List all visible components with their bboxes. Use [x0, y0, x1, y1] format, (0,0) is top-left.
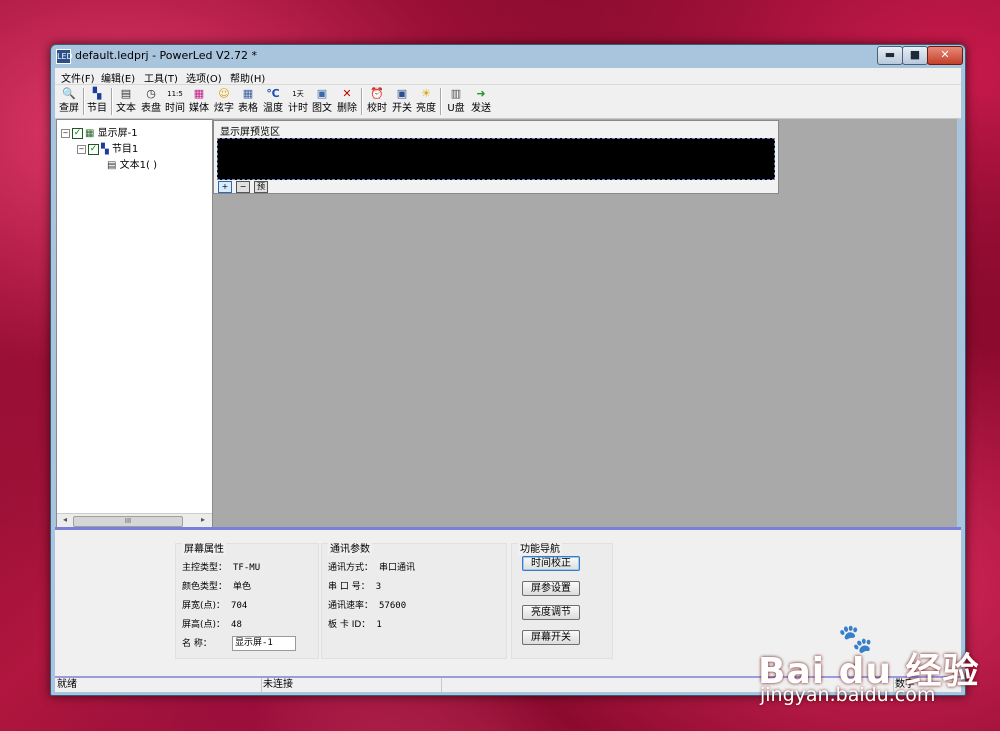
temperature-icon: ℃ [266, 87, 280, 100]
scroll-thumb[interactable]: III [73, 516, 183, 527]
clock-icon: ◷ [146, 87, 156, 100]
image-text-icon: ▣ [316, 87, 328, 100]
status-ready: 就绪 [55, 678, 262, 692]
group-title: 功能导航 [518, 540, 562, 555]
title-bar[interactable]: LED default.ledprj - PowerLed V2.72 * ▬ … [51, 45, 965, 67]
digital-time-icon: 11:5 [167, 90, 183, 98]
tool-delete[interactable]: ✕ 删除 [335, 86, 359, 117]
prop-row: 屏宽(点)： 704 [182, 601, 248, 611]
menu-file[interactable]: 文件(F) [61, 70, 95, 85]
screen-properties-group: 屏幕属性 主控类型： TF-MU 颜色类型： 单色 屏宽(点)： 704 屏高(点)：… [175, 540, 319, 659]
prop-row: 通讯速率： 57600 [328, 601, 407, 611]
zoom-in-button[interactable]: + [218, 181, 232, 193]
group-title: 屏幕属性 [182, 540, 226, 555]
scroll-left-icon[interactable]: ◂ [59, 515, 71, 524]
status-connection: 未连接 [261, 678, 442, 692]
sync-time-icon: ⏰ [370, 87, 384, 100]
tool-brightness[interactable]: ☀ 亮度 [414, 86, 438, 117]
tool-send[interactable]: ➜ 发送 [469, 86, 493, 117]
prop-row-name: 名 称： 显示屏-1 [182, 636, 312, 651]
checkbox-checked-icon[interactable]: ✓ [72, 127, 83, 139]
tree-node-screen[interactable]: − ✓ ▦ 显示屏-1 [61, 124, 138, 139]
tool-label: 亮度 [416, 103, 436, 114]
group-title: 通讯参数 [328, 540, 372, 555]
prop-row: 颜色类型： 单色 [182, 582, 252, 592]
screen-power-button[interactable]: 屏幕开关 [522, 630, 580, 645]
magnifier-icon: 🔍 [62, 87, 76, 100]
zoom-out-button[interactable]: − [236, 181, 250, 193]
led-preview-canvas[interactable] [217, 138, 775, 180]
screen-name-input[interactable]: 显示屏-1 [232, 636, 296, 651]
power-switch-icon: ▣ [396, 87, 408, 100]
watermark-url: jingyan.baidu.com [760, 684, 936, 706]
program-tree: − ✓ ▦ 显示屏-1 − ✓ ▚ 节目1 ▤ 文本1( ) ◂ III ▸ [56, 119, 213, 529]
app-window: LED default.ledprj - PowerLed V2.72 * ▬ … [50, 44, 966, 696]
media-icon: ▦ [193, 87, 205, 100]
program-icon: ▚ [101, 144, 109, 155]
tool-label: 节目 [87, 103, 107, 114]
function-nav-group: 功能导航 时间校正 屏参设置 亮度调节 屏幕开关 [511, 540, 613, 659]
prop-row: 屏高(点)： 48 [182, 620, 242, 630]
smiley-icon: ☺ [218, 87, 230, 100]
prop-row: 串 口 号： 3 [328, 582, 382, 592]
tool-label: 发送 [471, 103, 491, 114]
tree-text-label: 文本1( ) [119, 160, 157, 171]
tree-screen-label: 显示屏-1 [97, 128, 138, 139]
minimize-button[interactable]: ▬ [877, 46, 903, 65]
maximize-button[interactable]: ■ [902, 46, 928, 65]
baidu-watermark: 🐾 Bai du 经验 jingyan.baidu.com [758, 622, 998, 712]
tree-program-label: 节目1 [111, 144, 139, 155]
preview-title: 显示屏预览区 [220, 127, 280, 138]
prop-row: 主控类型： TF-MU [182, 563, 261, 573]
collapse-toggle-icon[interactable]: − [61, 128, 70, 138]
brightness-icon: ☀ [421, 87, 431, 100]
window-title: default.ledprj - PowerLed V2.72 * [75, 49, 257, 62]
prop-row: 通讯方式： 串口通讯 [328, 563, 416, 573]
tool-search-screen[interactable]: 🔍 查屏 [57, 86, 81, 117]
comm-params-group: 通讯参数 通讯方式： 串口通讯 串 口 号： 3 通讯速率： 57600 板 卡 ID… [321, 540, 507, 659]
tree-horizontal-scrollbar[interactable]: ◂ III ▸ [57, 513, 212, 528]
tree-node-text[interactable]: ▤ 文本1( ) [107, 156, 157, 171]
screen-icon: ▦ [85, 128, 95, 139]
collapse-toggle-icon[interactable]: − [77, 144, 86, 154]
timer-icon: 1天 [292, 90, 304, 98]
checkbox-checked-icon[interactable]: ✓ [88, 143, 99, 155]
tool-label: 删除 [337, 103, 357, 114]
usb-disk-icon: ▥ [450, 87, 462, 100]
prop-row: 板 卡 ID： 1 [328, 620, 382, 630]
menu-tools[interactable]: 工具(T) [144, 70, 178, 85]
menu-bar: 文件(F) 编辑(E) 工具(T) 选项(O) 帮助(H) [55, 68, 961, 85]
app-icon: LED [56, 49, 73, 64]
time-correction-button[interactable]: 时间校正 [522, 556, 580, 571]
table-icon: ▦ [242, 87, 254, 100]
tool-program[interactable]: ▚ 节目 [85, 86, 109, 117]
tree-node-program[interactable]: − ✓ ▚ 节目1 [77, 140, 138, 155]
preview-button[interactable]: 预 [254, 181, 268, 193]
text-icon: ▤ [120, 87, 132, 100]
program-icon: ▚ [92, 87, 102, 100]
screen-params-button[interactable]: 屏参设置 [522, 581, 580, 596]
delete-icon: ✕ [342, 87, 352, 100]
menu-options[interactable]: 选项(O) [186, 70, 222, 85]
work-area: 显示屏预览区 + − 预 [213, 119, 957, 527]
brightness-adjust-button[interactable]: 亮度调节 [522, 605, 580, 620]
menu-edit[interactable]: 编辑(E) [101, 70, 135, 85]
menu-help[interactable]: 帮助(H) [230, 70, 265, 85]
close-button[interactable]: ✕ [927, 46, 963, 65]
scroll-right-icon[interactable]: ▸ [197, 515, 209, 524]
screen-preview-panel: 显示屏预览区 + − 预 [213, 120, 779, 194]
toolbar: 🔍 查屏 ▚ 节目 ▤ 文本 ◷ 表盘 11:5 时间 ▦ 媒体 ☺ 炫字 ▦ … [55, 85, 961, 119]
send-icon: ➜ [476, 87, 486, 100]
text-icon: ▤ [107, 160, 117, 171]
